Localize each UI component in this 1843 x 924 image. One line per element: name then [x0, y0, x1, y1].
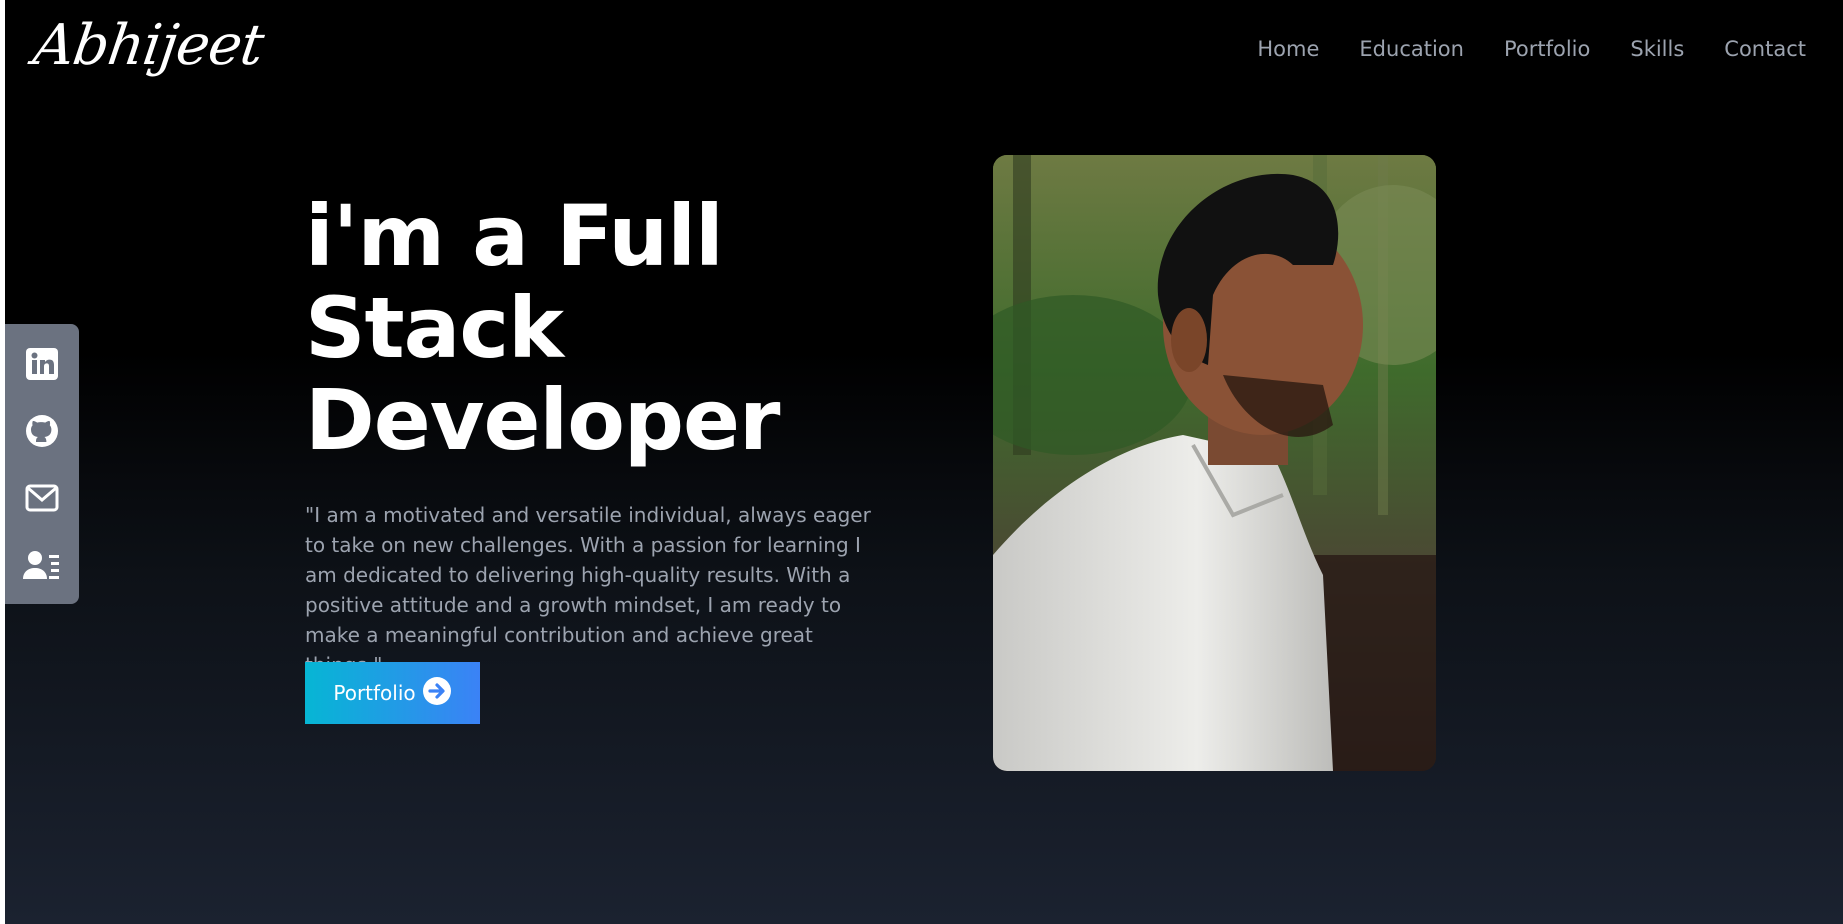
nav-portfolio[interactable]: Portfolio	[1504, 32, 1590, 66]
profile-photo	[993, 155, 1436, 771]
nav-skills[interactable]: Skills	[1630, 32, 1684, 66]
github-icon[interactable]	[22, 411, 62, 451]
headline-line: Stack	[305, 279, 564, 377]
social-sidebar	[5, 324, 79, 604]
portfolio-button[interactable]: Portfolio	[305, 662, 480, 724]
portfolio-button-label: Portfolio	[333, 681, 416, 705]
nav-contact[interactable]: Contact	[1724, 32, 1806, 66]
linkedin-icon[interactable]	[22, 344, 62, 384]
nav-education[interactable]: Education	[1359, 32, 1464, 66]
top-nav: Home Education Portfolio Skills Contact	[1257, 32, 1806, 66]
nav-home[interactable]: Home	[1257, 32, 1319, 66]
logo[interactable]: Abhijeet	[28, 6, 268, 86]
mail-icon[interactable]	[22, 478, 62, 518]
headline-line: i'm a Full	[305, 187, 724, 285]
page: Abhijeet Home Education Portfolio Skills…	[5, 0, 1843, 924]
headline-line: Developer	[305, 371, 780, 469]
contact-card-icon[interactable]	[22, 545, 62, 585]
arrow-right-circle-icon	[422, 676, 452, 711]
hero-headline: i'm a Full Stack Developer	[305, 190, 865, 466]
hero-bio: "I am a motivated and versatile individu…	[305, 503, 871, 677]
